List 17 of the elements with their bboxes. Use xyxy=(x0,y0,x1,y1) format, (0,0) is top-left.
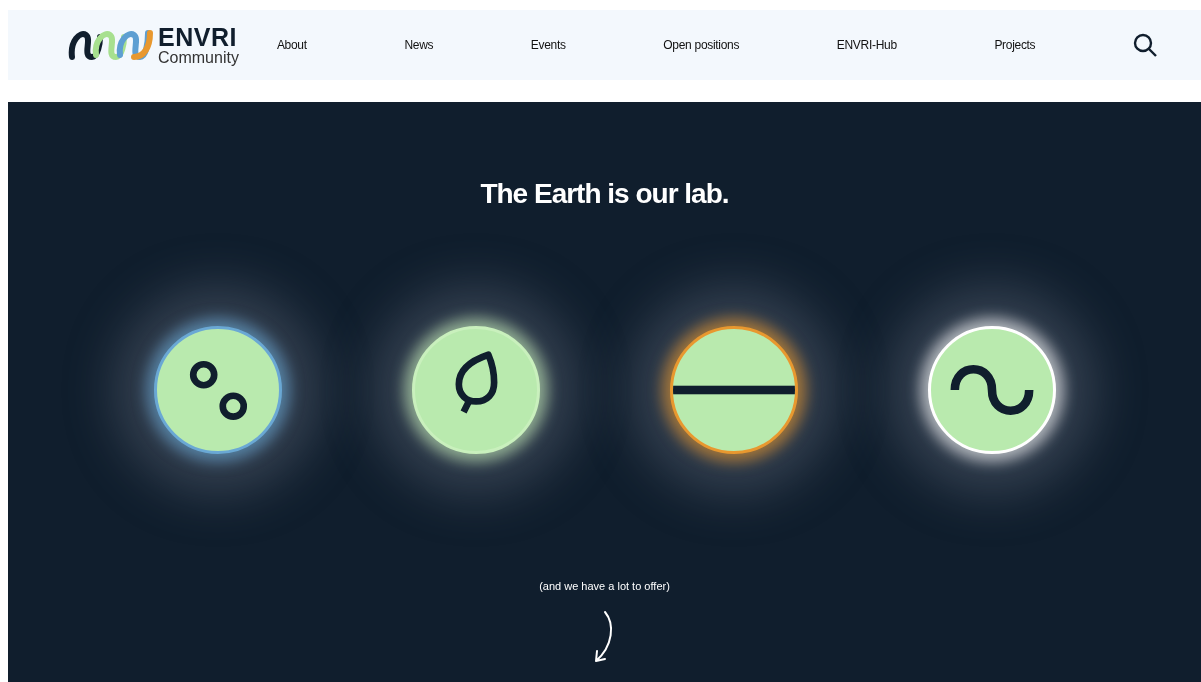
nav-link[interactable]: Events xyxy=(530,38,566,52)
domain-circle[interactable] xyxy=(669,326,798,454)
logo-subtitle: Community xyxy=(158,49,239,66)
nav-link[interactable]: ENVRI-Hub xyxy=(836,38,897,52)
tagline: (and we have a lot to offer) xyxy=(539,580,670,592)
circles-icon xyxy=(189,360,247,421)
nav-link[interactable]: Projects xyxy=(994,38,1036,52)
logo-icon xyxy=(68,27,154,63)
nav-link[interactable]: About xyxy=(276,38,307,52)
hero-title: The Earth is our lab. xyxy=(480,178,729,210)
leaf-icon xyxy=(455,351,497,416)
nav-link[interactable]: Open positions xyxy=(663,38,740,52)
search-icon[interactable] xyxy=(1132,33,1157,57)
wave-icon xyxy=(950,365,1033,415)
nav-link[interactable]: News xyxy=(404,38,434,52)
domain-circle[interactable] xyxy=(153,326,282,454)
logo-title: ENVRI xyxy=(158,24,238,50)
